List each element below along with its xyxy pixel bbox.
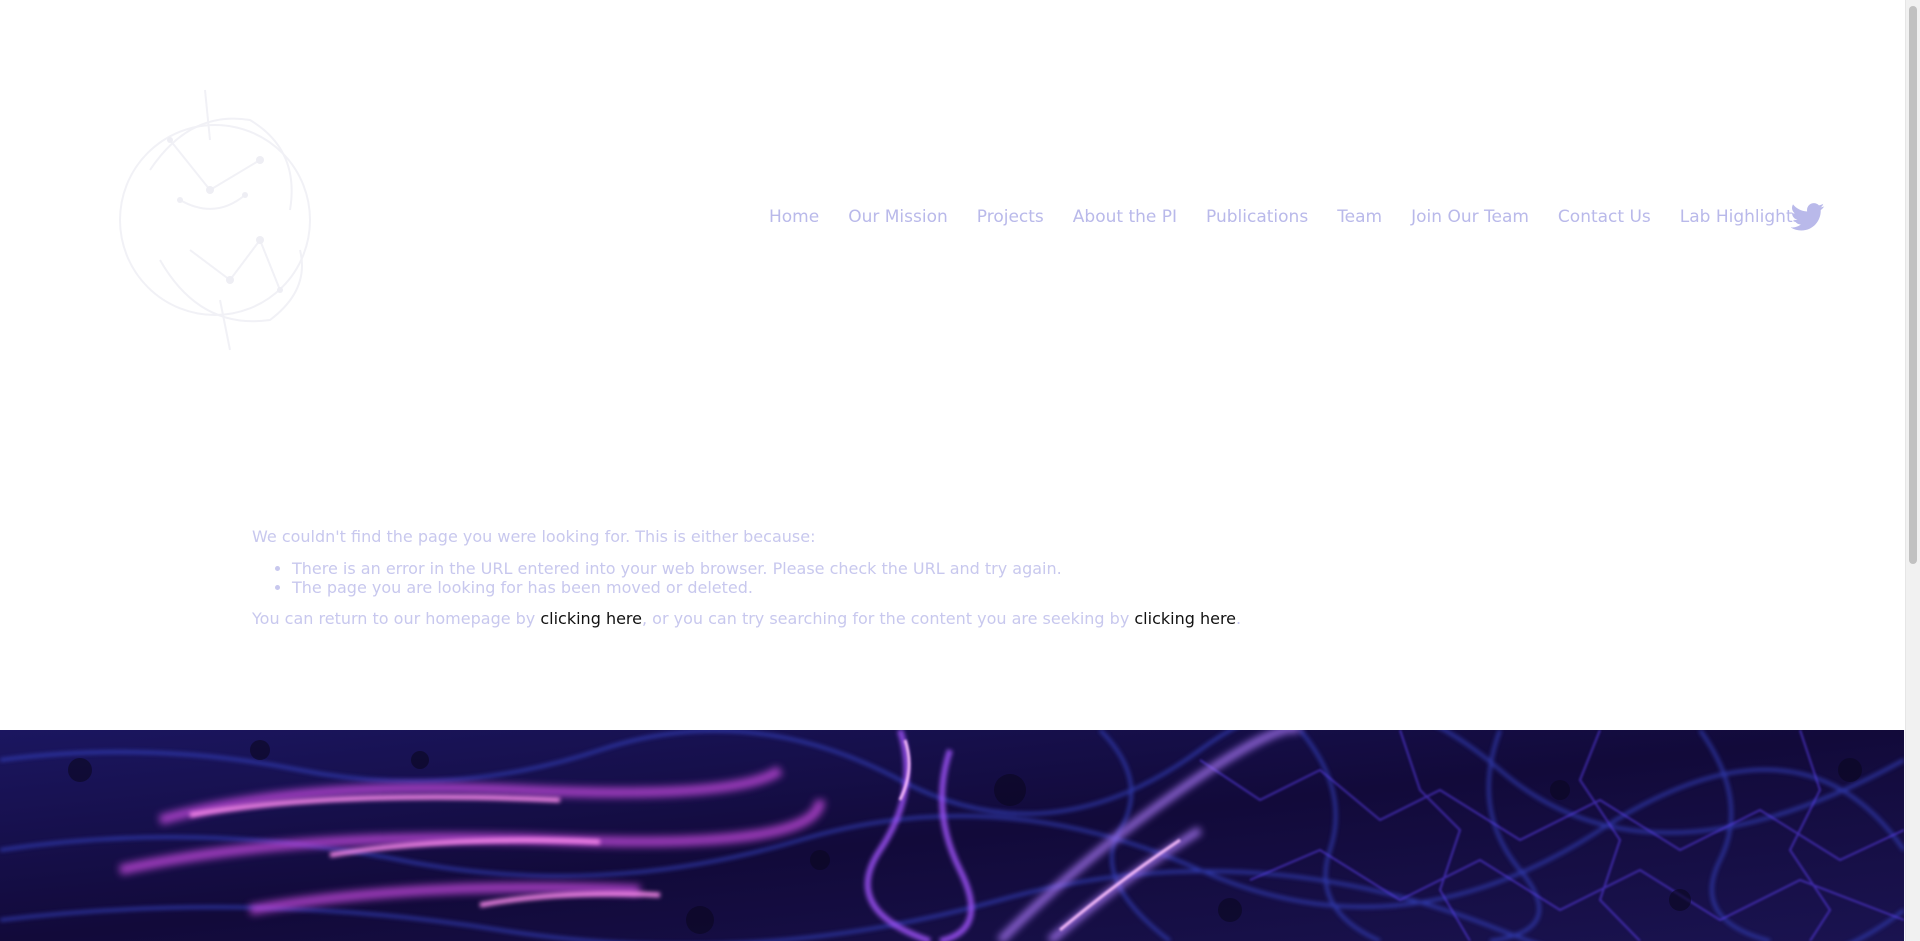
return-middle: , or you can try searching for the conte…	[642, 609, 1135, 628]
twitter-icon[interactable]	[1790, 203, 1825, 231]
scrollbar-thumb[interactable]	[1909, 6, 1917, 564]
nav-item-home[interactable]: Home	[769, 207, 819, 227]
hero-microscopy-image	[0, 730, 1904, 941]
nav-item-projects[interactable]: Projects	[977, 207, 1044, 227]
nav-item-join-our-team[interactable]: Join Our Team	[1411, 207, 1529, 227]
nav-item-our-mission[interactable]: Our Mission	[848, 207, 948, 227]
nav-item-team[interactable]: Team	[1337, 207, 1382, 227]
homepage-link[interactable]: clicking here	[540, 609, 642, 628]
return-instructions: You can return to our homepage by clicki…	[252, 607, 1552, 631]
error-reason-item: There is an error in the URL entered int…	[292, 559, 1552, 578]
return-suffix: .	[1236, 609, 1242, 628]
nav-item-about-the-pi[interactable]: About the PI	[1073, 207, 1177, 227]
nav-item-publications[interactable]: Publications	[1206, 207, 1308, 227]
nav-item-lab-highlights[interactable]: Lab Highlights	[1680, 207, 1802, 227]
error-reason-item: The page you are looking for has been mo…	[292, 578, 1552, 597]
error-content: We couldn't find the page you were looki…	[252, 525, 1552, 631]
main-nav: Home Our Mission Projects About the PI P…	[769, 205, 1830, 229]
lab-logo-icon[interactable]	[110, 50, 330, 385]
page-scrollbar[interactable]	[1905, 0, 1920, 941]
page: Home Our Mission Projects About the PI P…	[0, 0, 1920, 941]
nav-item-contact-us[interactable]: Contact Us	[1558, 207, 1651, 227]
return-prefix: You can return to our homepage by	[252, 609, 541, 628]
search-link[interactable]: clicking here	[1134, 609, 1236, 628]
error-reasons-list: There is an error in the URL entered int…	[252, 559, 1552, 597]
error-intro: We couldn't find the page you were looki…	[252, 527, 816, 546]
